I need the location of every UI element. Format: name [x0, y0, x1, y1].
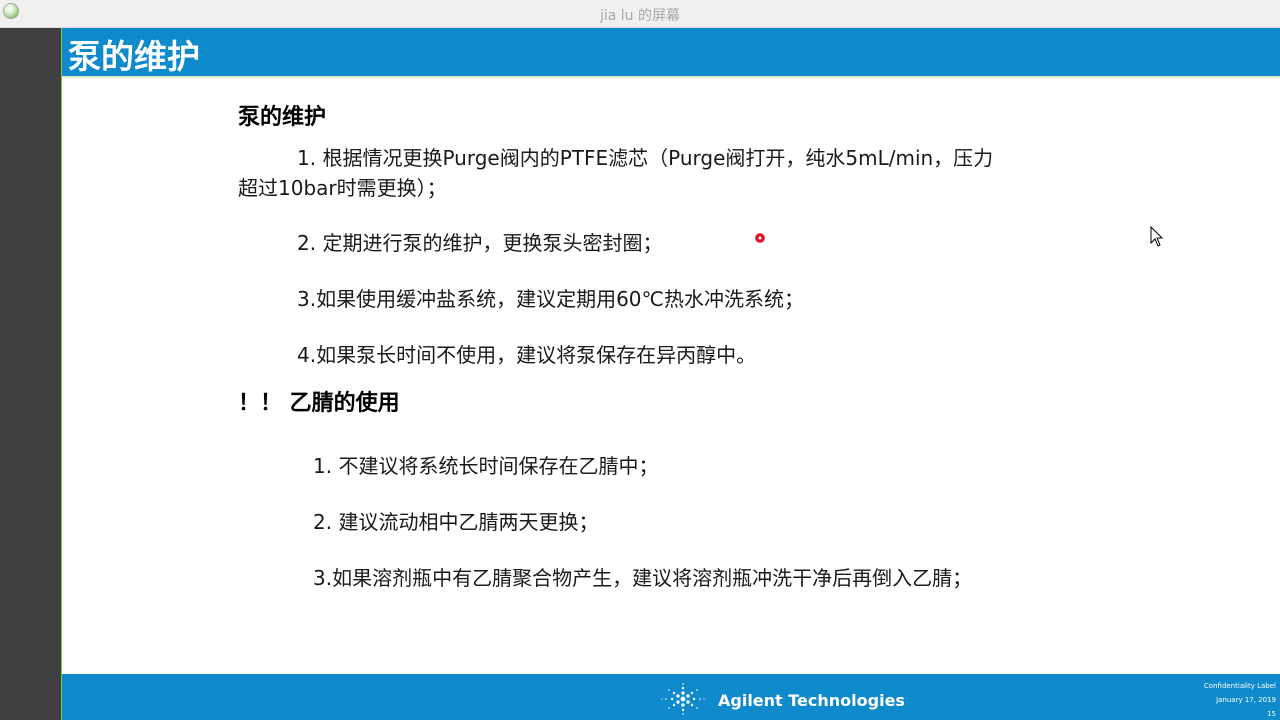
slide-canvas: 泵的维护 [62, 28, 1280, 720]
pump-item-1-line-1: 1. 根据情况更换Purge阀内的PTFE滤芯（Purge阀打开，纯水5mL/m… [297, 146, 994, 170]
slide-footer: Agilent Technologies Confidentiality Lab… [62, 674, 1280, 720]
acetonitrile-item-3: 3.如果溶剂瓶中有乙腈聚合物产生，建议将溶剂瓶冲洗干净后再倒入乙腈； [313, 566, 973, 590]
slide-date: January 17, 2019 [1216, 696, 1276, 704]
mouse-pointer-icon [1150, 226, 1164, 247]
slide-title: 泵的维护 [68, 37, 200, 76]
pump-item-3: 3.如果使用缓冲盐系统，建议定期用60℃热水冲洗系统； [297, 287, 804, 311]
slide-page-number: 15 [1267, 710, 1276, 718]
agilent-brand-text: Agilent Technologies [718, 691, 905, 710]
agilent-spark-icon [661, 683, 705, 715]
section-heading-pump: 泵的维护 [238, 105, 327, 130]
header-divider [62, 76, 1280, 78]
acetonitrile-item-2: 2. 建议流动相中乙腈两天更换； [313, 510, 599, 534]
pump-item-1-line-2: 超过10bar时需更换）； [238, 176, 447, 200]
left-gray-strip [0, 28, 61, 720]
acetonitrile-item-1: 1. 不建议将系统长时间保存在乙腈中； [313, 454, 659, 478]
confidentiality-label: Confidentiality Label [1203, 682, 1276, 690]
pump-item-4: 4.如果泵长时间不使用，建议将泵保存在异丙醇中。 [297, 343, 757, 367]
laser-pointer-dot [755, 233, 765, 243]
section-heading-acetonitrile: ！！ 乙腈的使用 [238, 391, 400, 416]
pump-item-2: 2. 定期进行泵的维护，更换泵头密封圈； [297, 231, 663, 255]
slide-header-bar: 泵的维护 [62, 28, 1280, 76]
window-titlebar: jia lu 的屏幕 [0, 0, 1280, 28]
window-title: jia lu 的屏幕 [599, 8, 681, 24]
